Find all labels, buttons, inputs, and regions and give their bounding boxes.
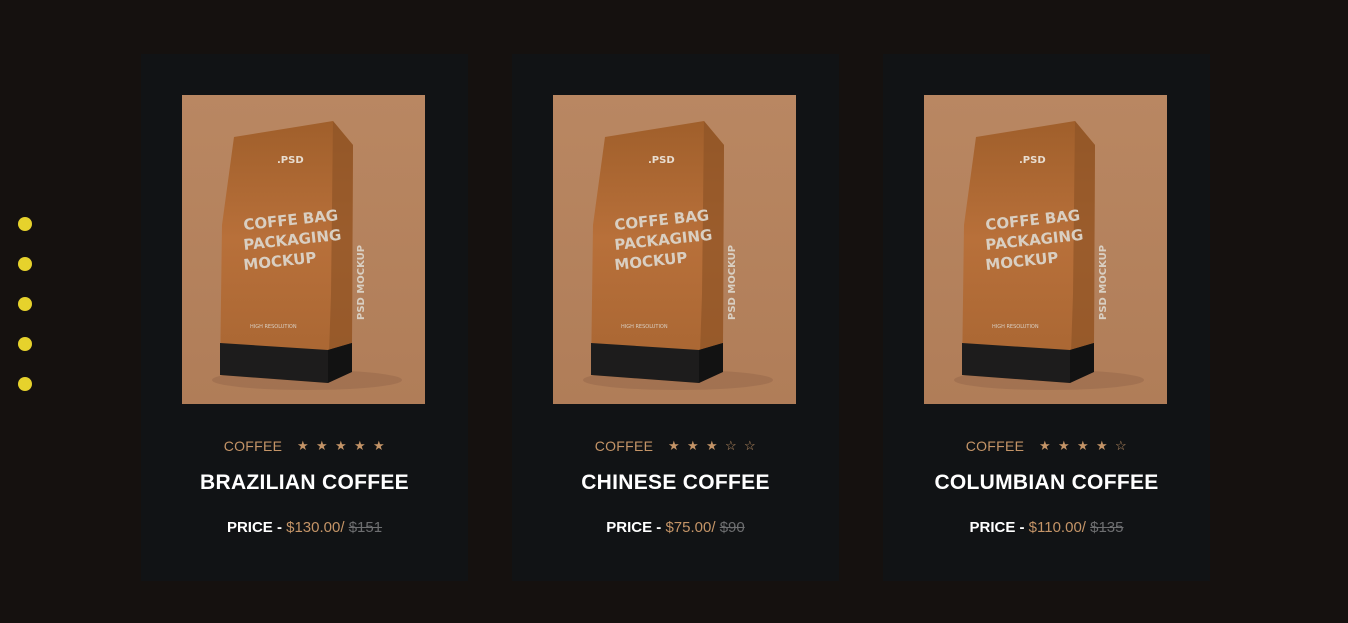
current-price: $130.00/ bbox=[286, 519, 345, 536]
pagination-dot[interactable] bbox=[18, 377, 32, 391]
star-icon: ★ bbox=[315, 438, 328, 453]
rating-stars: ★ ★ ★ ★ ★ bbox=[296, 438, 385, 454]
product-image[interactable]: .PSD COFFE BAG PACKAGING MOCKUP PSD MOCK… bbox=[553, 95, 796, 404]
star-icon: ★ bbox=[1095, 438, 1108, 453]
pagination-dot[interactable] bbox=[18, 217, 32, 231]
price-row: PRICE - $130.00/ $151 bbox=[141, 519, 468, 536]
product-image[interactable]: .PSD COFFE BAG PACKAGING MOCKUP PSD MOCK… bbox=[924, 95, 1167, 404]
star-icon: ★ bbox=[686, 438, 699, 453]
price-label: PRICE - bbox=[226, 519, 282, 536]
svg-text:PSD MOCKUP: PSD MOCKUP bbox=[1098, 245, 1109, 320]
product-title[interactable]: CHINESE COFFEE bbox=[512, 471, 839, 495]
star-icon: ☆ bbox=[724, 438, 737, 453]
product-image[interactable]: .PSD COFFE BAG PACKAGING MOCKUP PSD MOCK… bbox=[182, 95, 425, 404]
star-icon: ★ bbox=[334, 438, 347, 453]
svg-text:.PSD: .PSD bbox=[1019, 155, 1046, 166]
svg-text:HIGH RESOLUTION: HIGH RESOLUTION bbox=[992, 324, 1039, 330]
product-meta: COFFEE ★ ★ ★ ★ ★ bbox=[141, 438, 468, 454]
svg-text:PSD MOCKUP: PSD MOCKUP bbox=[727, 245, 738, 320]
star-icon: ★ bbox=[353, 438, 366, 453]
product-category[interactable]: COFFEE bbox=[595, 438, 654, 454]
coffee-bag-image: .PSD COFFE BAG PACKAGING MOCKUP PSD MOCK… bbox=[182, 95, 425, 404]
svg-text:HIGH RESOLUTION: HIGH RESOLUTION bbox=[250, 324, 297, 330]
product-card: .PSD COFFE BAG PACKAGING MOCKUP PSD MOCK… bbox=[512, 54, 839, 581]
star-icon: ★ bbox=[1076, 438, 1089, 453]
rating-stars: ★ ★ ★ ☆ ☆ bbox=[667, 438, 756, 454]
svg-text:HIGH RESOLUTION: HIGH RESOLUTION bbox=[621, 324, 668, 330]
product-list: .PSD COFFE BAG PACKAGING MOCKUP PSD MOCK… bbox=[141, 54, 1210, 581]
product-meta: COFFEE ★ ★ ★ ★ ☆ bbox=[883, 438, 1210, 454]
product-card: .PSD COFFE BAG PACKAGING MOCKUP PSD MOCK… bbox=[883, 54, 1210, 581]
star-icon: ☆ bbox=[1114, 438, 1127, 453]
current-price: $75.00/ bbox=[665, 519, 716, 536]
price-label: PRICE - bbox=[969, 519, 1025, 536]
product-category[interactable]: COFFEE bbox=[966, 438, 1025, 454]
current-price: $110.00/ bbox=[1028, 519, 1086, 536]
pagination-dot[interactable] bbox=[18, 257, 32, 271]
product-meta: COFFEE ★ ★ ★ ☆ ☆ bbox=[512, 438, 839, 454]
star-icon: ★ bbox=[667, 438, 680, 453]
price-label: PRICE - bbox=[606, 519, 662, 536]
product-title[interactable]: BRAZILIAN COFFEE bbox=[141, 471, 468, 495]
rating-stars: ★ ★ ★ ★ ☆ bbox=[1038, 438, 1127, 454]
svg-text:.PSD: .PSD bbox=[648, 155, 675, 166]
old-price: $135 bbox=[1090, 519, 1124, 536]
carousel-pagination bbox=[18, 217, 32, 391]
price-row: PRICE - $75.00/ $90 bbox=[512, 519, 839, 536]
product-category[interactable]: COFFEE bbox=[224, 438, 283, 454]
star-icon: ★ bbox=[296, 438, 309, 453]
product-card: .PSD COFFE BAG PACKAGING MOCKUP PSD MOCK… bbox=[141, 54, 468, 581]
svg-text:PSD MOCKUP: PSD MOCKUP bbox=[356, 245, 367, 320]
old-price: $90 bbox=[719, 519, 745, 536]
coffee-bag-image: .PSD COFFE BAG PACKAGING MOCKUP PSD MOCK… bbox=[924, 95, 1167, 404]
coffee-bag-image: .PSD COFFE BAG PACKAGING MOCKUP PSD MOCK… bbox=[553, 95, 796, 404]
star-icon: ★ bbox=[1057, 438, 1070, 453]
pagination-dot[interactable] bbox=[18, 297, 32, 311]
old-price: $151 bbox=[348, 519, 383, 536]
pagination-dot[interactable] bbox=[18, 337, 32, 351]
price-row: PRICE - $110.00/ $135 bbox=[883, 519, 1210, 536]
star-icon: ★ bbox=[1038, 438, 1051, 453]
star-icon: ☆ bbox=[743, 438, 756, 453]
star-icon: ★ bbox=[372, 438, 385, 453]
svg-text:.PSD: .PSD bbox=[277, 155, 304, 166]
star-icon: ★ bbox=[705, 438, 718, 453]
product-title[interactable]: COLUMBIAN COFFEE bbox=[883, 471, 1210, 495]
